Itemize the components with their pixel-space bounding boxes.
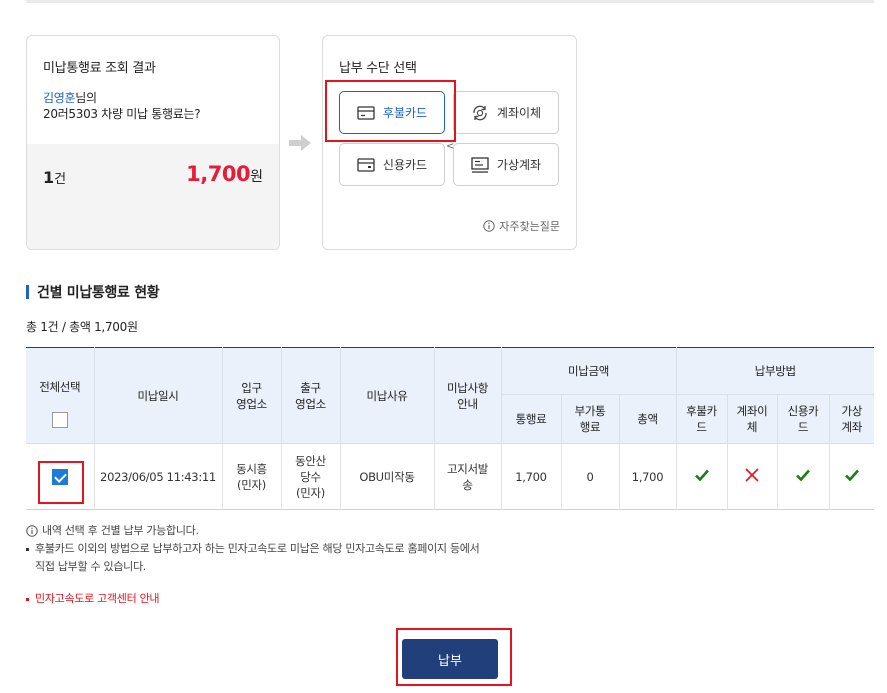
method-credit-card-button[interactable]: 신용카드	[339, 143, 445, 186]
method-virtual-account-button[interactable]: 가상계좌	[453, 143, 559, 186]
vehicle-line: 20러5303 차량 미납 통행료는?	[43, 107, 201, 121]
transfer-icon	[473, 105, 487, 120]
row-postpaid-available	[676, 443, 728, 510]
select-all-checkbox[interactable]	[51, 411, 68, 428]
row-entry: 동시흥 (민자)	[222, 443, 282, 510]
payment-method-card: 납부 수단 선택 후불카드 계좌이체 신용카드 가상계좌 < 자주찾는질문	[322, 35, 577, 250]
header-total: 총액	[619, 394, 677, 444]
row-toll: 1,700	[501, 443, 562, 510]
check-icon	[844, 469, 859, 481]
header-method-credit: 신용카 드	[777, 394, 830, 444]
info-icon	[26, 525, 38, 537]
row-total: 1,700	[619, 443, 677, 510]
header-entry: 입구 영업소	[222, 347, 282, 444]
user-name: 김영훈	[43, 91, 76, 105]
header-method-transfer: 계좌이 체	[727, 394, 778, 444]
header-reason: 미납사유	[340, 347, 435, 444]
highlight-postpaid-card	[325, 80, 456, 142]
result-card: 미납통행료 조회 결과 김영훈님의 20러5303 차량 미납 통행료는? 1건…	[26, 35, 280, 250]
credit-card-icon	[357, 157, 375, 172]
check-icon	[694, 469, 709, 481]
arrow-right-icon	[289, 135, 311, 151]
header-toll: 통행료	[501, 394, 562, 444]
result-description: 김영훈님의 20러5303 차량 미납 통행료는?	[43, 90, 201, 122]
row-transfer-unavailable	[727, 443, 778, 510]
header-select-all: 전체선택	[26, 347, 95, 444]
top-divider	[26, 0, 874, 3]
result-summary: 1건 1,700원	[27, 144, 279, 249]
info-note: 내역 선택 후 건별 납부 가능합니다.	[26, 522, 479, 540]
header-amount-group: 미납금액	[501, 347, 677, 395]
header-date: 미납일시	[94, 347, 223, 444]
check-icon	[796, 469, 811, 481]
row-surcharge: 0	[561, 443, 620, 510]
row-exit: 동안산 당수 (민자)	[281, 443, 341, 510]
row-date: 2023/06/05 11:43:11	[94, 443, 223, 510]
table-row: 2023/06/05 11:43:11 동시흥 (민자) 동안산 당수 (민자)…	[26, 443, 874, 510]
name-suffix: 님의	[75, 91, 97, 105]
section-bar	[26, 285, 29, 299]
section-title: 건별 미납통행료 현황	[26, 282, 160, 302]
method-title: 납부 수단 선택	[339, 61, 417, 76]
info-icon	[483, 220, 495, 232]
virtual-account-icon	[471, 156, 489, 173]
unpaid-table: 전체선택 미납일시 입구 영업소 출구 영업소 미납사유 미납사항 안내 미납금…	[26, 347, 875, 510]
header-surcharge: 부가통 행료	[561, 394, 620, 444]
result-title: 미납통행료 조회 결과	[43, 61, 156, 76]
header-method-postpaid: 후불카 드	[676, 394, 728, 444]
cross-icon	[745, 467, 759, 482]
header-notice: 미납사항 안내	[434, 347, 502, 444]
stray-glyph: <	[446, 141, 455, 152]
row-reason: OBU미작동	[340, 443, 435, 510]
highlight-row-checkbox	[38, 461, 84, 504]
notes: 내역 선택 후 건별 납부 가능합니다. 후불카드 이외의 방법으로 납부하고자…	[26, 522, 480, 608]
faq-link[interactable]: 자주찾는질문	[483, 218, 560, 234]
bullet-note: 후불카드 이외의 방법으로 납부하고자 하는 민자고속도로 미납은 해당 민자고…	[26, 540, 480, 576]
unpaid-amount: 1,700원	[186, 162, 263, 186]
highlight-pay-button	[396, 628, 512, 686]
header-method-virtual: 가상 계좌	[829, 394, 875, 444]
customer-center-link[interactable]: 민자고속도로 고객센터 안내	[26, 590, 479, 608]
row-notice: 고지서발 송	[434, 443, 502, 510]
header-exit: 출구 영업소	[281, 347, 341, 444]
row-credit-available	[777, 443, 830, 510]
total-summary: 총 1건 / 총액 1,700원	[26, 320, 138, 334]
row-virtual-available	[829, 444, 874, 510]
method-transfer-button[interactable]: 계좌이체	[453, 91, 559, 134]
header-method-group: 납부방법	[676, 347, 875, 395]
unpaid-count: 1건	[43, 168, 67, 187]
